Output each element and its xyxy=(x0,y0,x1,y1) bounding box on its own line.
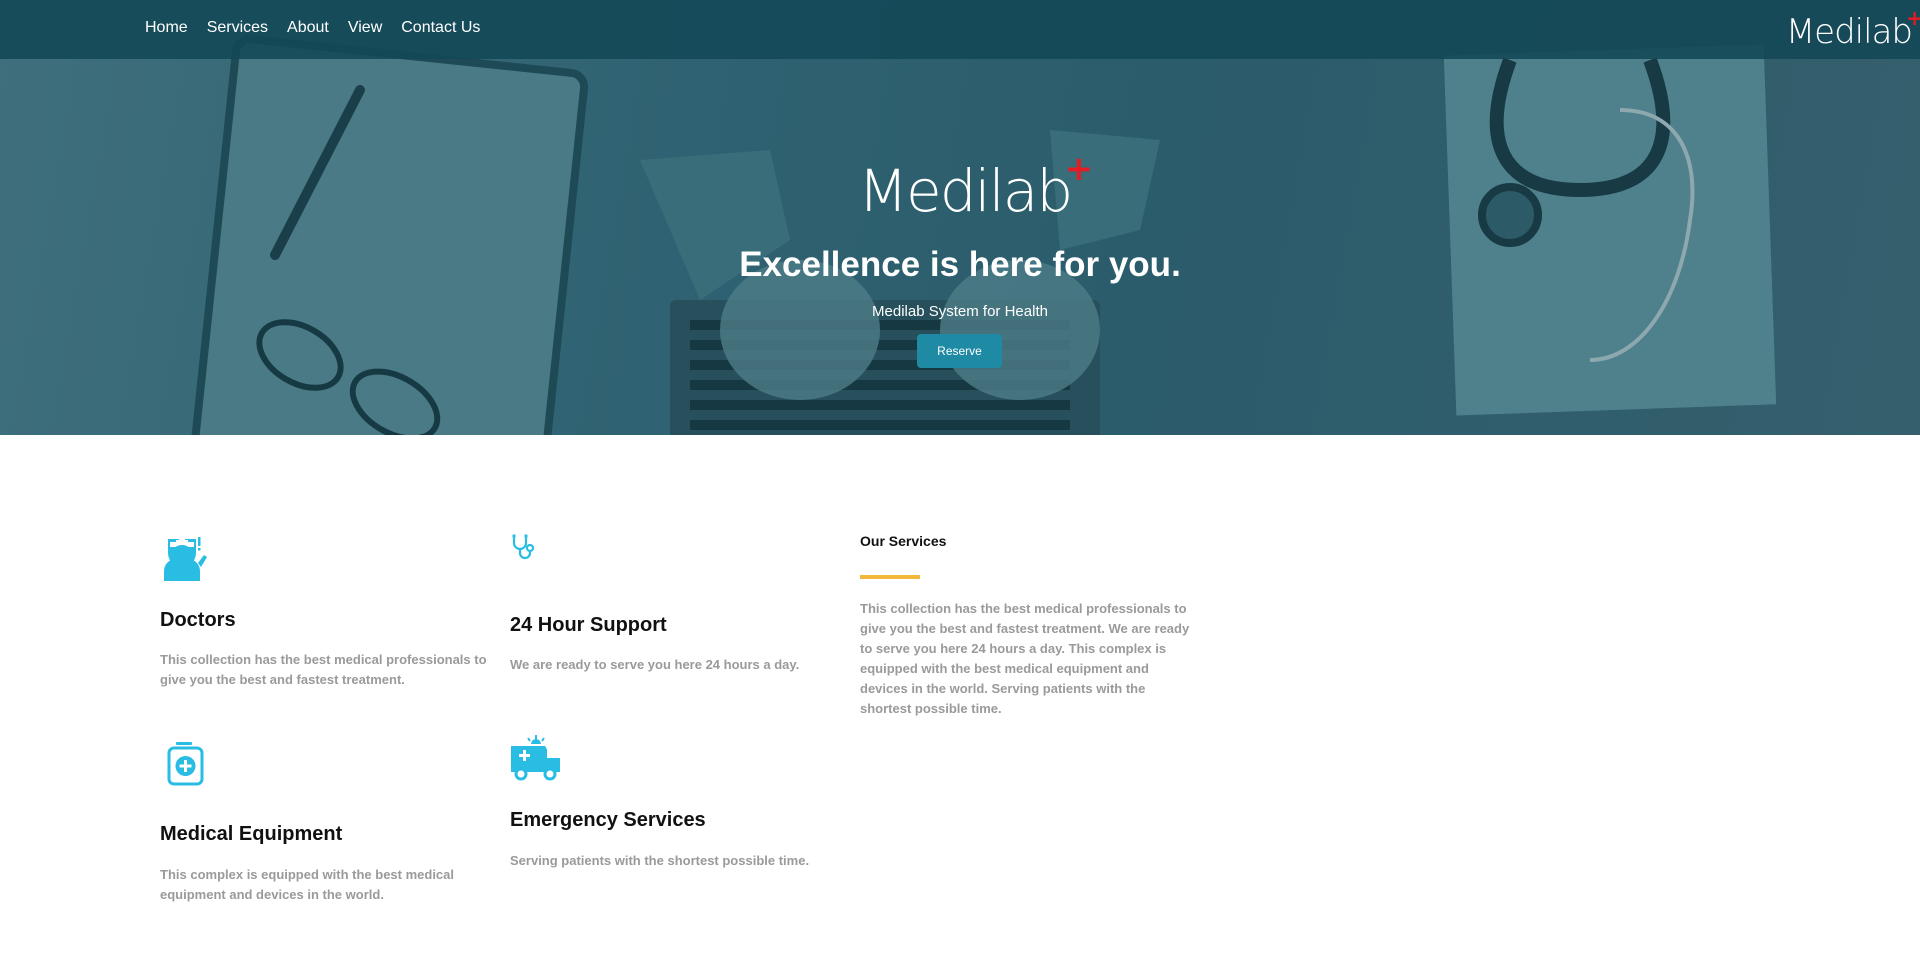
nav-link-services[interactable]: Services xyxy=(207,19,268,37)
brand-logo[interactable]: Medilab + xyxy=(1785,6,1920,52)
hero-title: Excellence is here for you. xyxy=(739,245,1181,284)
hero-subtitle: Medilab System for Health xyxy=(872,303,1048,320)
nav-link-home[interactable]: Home xyxy=(145,19,188,37)
reserve-button[interactable]: Reserve xyxy=(917,334,1002,368)
hero-logo-text: Medilab xyxy=(858,157,1073,225)
feature-text: Serving patients with the shortest possi… xyxy=(510,853,810,868)
feature-title: Doctors xyxy=(160,609,236,631)
our-services-heading: Our Services xyxy=(860,533,947,549)
nav-link-about[interactable]: About xyxy=(287,19,329,37)
doctor-icon xyxy=(164,537,207,581)
feature-text: This collection has the best medical pro… xyxy=(160,652,487,687)
nav-link-view[interactable]: View xyxy=(348,19,382,37)
nav-links: Home Services About View Contact Us xyxy=(145,19,499,37)
hero-logo: Medilab + xyxy=(858,149,1093,225)
stethoscope-icon xyxy=(512,534,535,560)
ambulance-icon xyxy=(511,735,560,781)
top-navbar: Home Services About View Contact Us Medi… xyxy=(0,0,1920,59)
feature-title: Emergency Services xyxy=(510,809,706,831)
our-services-section: Our Services This collection has the bes… xyxy=(860,533,1200,716)
medical-kit-icon xyxy=(167,742,204,786)
hero-logo-plus-mark: + xyxy=(1064,149,1093,189)
our-services-text: This collection has the best medical pro… xyxy=(860,601,1190,716)
feature-title: 24 Hour Support xyxy=(510,614,667,636)
hero-section: Home Services About View Contact Us Medi… xyxy=(0,0,1920,435)
brand-plus-mark: + xyxy=(1906,6,1920,30)
feature-text: This complex is equipped with the best m… xyxy=(160,867,455,902)
feature-text: We are ready to serve you here 24 hours … xyxy=(510,657,800,672)
nav-link-contact[interactable]: Contact Us xyxy=(401,19,480,37)
feature-title: Medical Equipment xyxy=(160,823,343,845)
brand-logo-text: Medilab xyxy=(1785,12,1913,52)
heading-underline xyxy=(860,575,920,579)
